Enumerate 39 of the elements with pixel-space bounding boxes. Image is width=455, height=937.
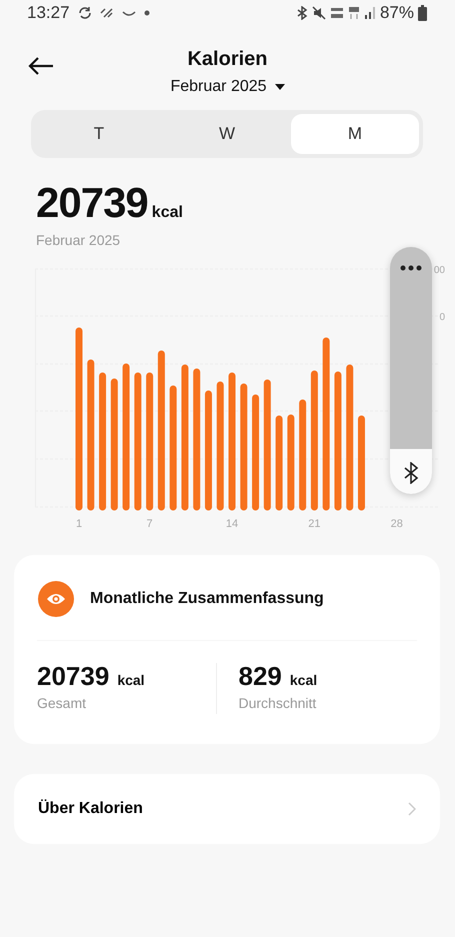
- period-tab[interactable]: M: [291, 114, 419, 154]
- info-link[interactable]: Über Kalorien: [14, 774, 440, 844]
- bluetooth-icon: [296, 6, 308, 20]
- period-tab[interactable]: T: [35, 114, 163, 154]
- clock-text: 13:27: [27, 2, 70, 24]
- axis-label: 1: [76, 518, 82, 530]
- bluetooth-icon[interactable]: [403, 462, 419, 484]
- total-value: 20739: [36, 182, 148, 224]
- axis-label: 00: [434, 265, 445, 276]
- unit-label: kcal: [290, 671, 318, 690]
- battery-icon: [418, 4, 427, 20]
- unit-label: kcal: [152, 203, 183, 223]
- period-tab[interactable]: W: [163, 114, 291, 154]
- back-arrow-icon[interactable]: [28, 57, 54, 75]
- page-title: Kalorien: [187, 48, 268, 70]
- unit-label: kcal: [117, 671, 145, 690]
- sync-icon: [78, 6, 92, 20]
- axis-label: 14: [226, 518, 238, 530]
- period-caption: Februar 2025: [36, 231, 122, 250]
- stat-label: Durchschnitt: [238, 694, 318, 713]
- dot-icon: [144, 10, 150, 16]
- battery-text: 87%: [380, 2, 414, 24]
- eye-icon: [38, 581, 74, 617]
- caret-icon[interactable]: [274, 84, 285, 90]
- wave-icon: [122, 10, 136, 16]
- summary-title: Monatliche Zusammenfassung: [90, 589, 324, 609]
- signal-icon: [364, 6, 376, 19]
- stat-label: Gesamt: [37, 694, 88, 713]
- axis-label: 7: [146, 518, 153, 530]
- axis-label: 0: [439, 312, 445, 323]
- stat-value: 829: [238, 663, 282, 689]
- period-selector[interactable]: Februar 2025: [170, 75, 267, 99]
- chevron-icon: [408, 802, 416, 816]
- mute-icon: [312, 6, 326, 20]
- signal-stripes-icon: [100, 6, 114, 18]
- more-icon[interactable]: [400, 265, 422, 271]
- axis-label: 28: [390, 518, 403, 530]
- stat-value: 20739: [37, 663, 110, 689]
- axis-label: 21: [308, 518, 321, 530]
